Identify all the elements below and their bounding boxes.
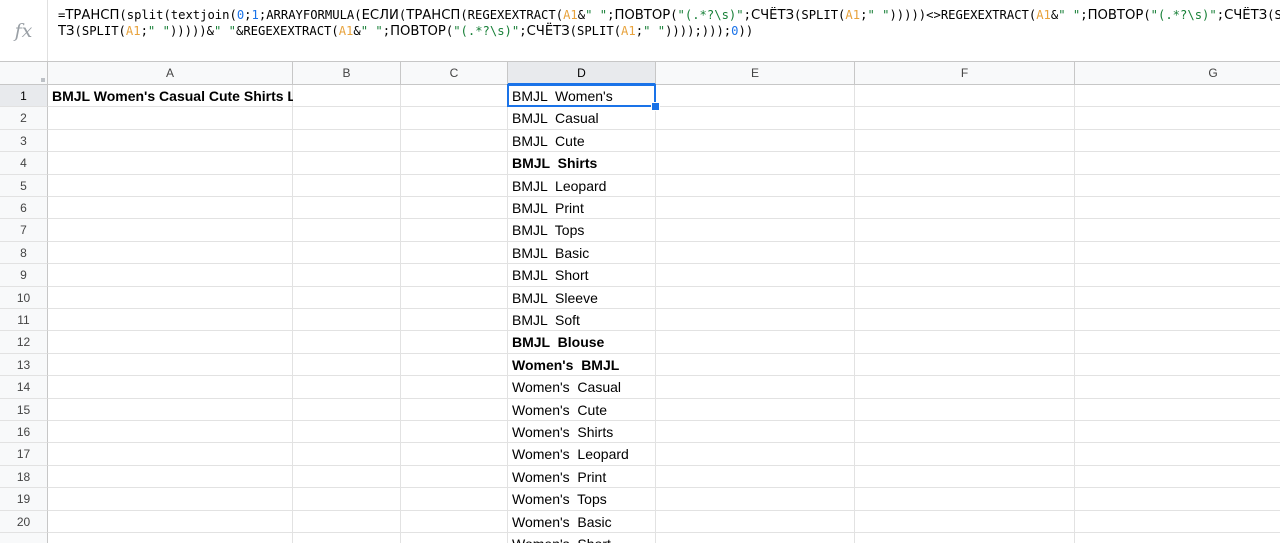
cell-d14[interactable]: Women's Casual <box>508 376 656 398</box>
row-gridline <box>48 308 1280 309</box>
selected-cell-outline <box>507 84 656 108</box>
row-header-20[interactable]: 20 <box>0 510 48 533</box>
row-header-7[interactable]: 7 <box>0 219 48 242</box>
row-header-1[interactable]: 1 <box>0 85 48 108</box>
row-header-16[interactable]: 16 <box>0 421 48 444</box>
row-gridline <box>48 196 1280 197</box>
column-header-f[interactable]: F <box>855 62 1075 85</box>
cell-d11[interactable]: BMJL Soft <box>508 309 656 331</box>
column-header-d[interactable]: D <box>508 62 656 85</box>
formula-line: ТЗ(SPLIT(A1;" ")))))&" "&REGEXEXTRACT(A1… <box>58 24 754 39</box>
cell-grid[interactable]: BMJL Women's Casual Cute Shirts Leopard … <box>48 84 1280 543</box>
row-header-2[interactable]: 2 <box>0 107 48 130</box>
row-gridline <box>48 442 1280 444</box>
column-header-b[interactable]: B <box>293 62 401 85</box>
row-gridline <box>48 173 1280 175</box>
row-gridline <box>48 151 1280 153</box>
row-header-10[interactable]: 10 <box>0 286 48 309</box>
row-header-12[interactable]: 12 <box>0 331 48 354</box>
column-header-g[interactable]: G <box>1075 62 1280 85</box>
cell-d8[interactable]: BMJL Basic <box>508 242 656 264</box>
row-gridline <box>48 464 1280 466</box>
fx-icon: fx <box>0 0 48 61</box>
row-gridline <box>48 128 1280 130</box>
row-gridline <box>48 240 1280 242</box>
row-gridline <box>48 487 1280 489</box>
row-header-overflow <box>0 533 48 543</box>
column-header-c[interactable]: C <box>401 62 508 85</box>
formula-input[interactable]: =ТРАНСП(split(textjoin(0;1;ARRAYFORMULA(… <box>58 7 1280 59</box>
select-all-corner[interactable] <box>0 62 48 85</box>
row-header-15[interactable]: 15 <box>0 398 48 421</box>
row-gridline <box>48 285 1280 287</box>
row-gridline <box>48 375 1280 377</box>
row-header-19[interactable]: 19 <box>0 488 48 511</box>
row-header-14[interactable]: 14 <box>0 376 48 399</box>
row-gridline <box>48 263 1280 265</box>
column-header-a[interactable]: A <box>48 62 293 85</box>
cell-d13[interactable]: Women's BMJL <box>508 354 656 376</box>
row-header-8[interactable]: 8 <box>0 241 48 265</box>
row-gridline <box>48 532 1280 533</box>
row-header-9[interactable]: 9 <box>0 264 48 287</box>
cell-d3[interactable]: BMJL Cute <box>508 130 656 152</box>
column-gridline <box>1074 85 1075 543</box>
row-header-3[interactable]: 3 <box>0 129 48 153</box>
row-header-5[interactable]: 5 <box>0 174 48 197</box>
row-header-6[interactable]: 6 <box>0 197 48 220</box>
fill-handle[interactable] <box>651 102 660 112</box>
row-header-11[interactable]: 11 <box>0 309 48 332</box>
row-gridline <box>48 352 1280 354</box>
cell-d12[interactable]: BMJL Blouse <box>508 331 656 353</box>
row-gridline <box>48 509 1280 511</box>
column-gridline <box>854 85 855 543</box>
cell-d7[interactable]: BMJL Tops <box>508 219 656 241</box>
cell-d15[interactable]: Women's Cute <box>508 399 656 421</box>
row-gridline <box>48 330 1280 332</box>
row-gridline <box>48 397 1280 399</box>
cell-d21[interactable]: Women's Short <box>508 533 656 543</box>
row-gridline <box>48 218 1280 220</box>
column-gridline <box>292 85 293 543</box>
row-header-17[interactable]: 17 <box>0 443 48 466</box>
cell-d5[interactable]: BMJL Leopard <box>508 175 656 197</box>
cell-d10[interactable]: BMJL Sleeve <box>508 287 656 309</box>
row-gridline <box>48 420 1280 421</box>
cell-d19[interactable]: Women's Tops <box>508 488 656 510</box>
formula-line <box>58 39 1280 55</box>
row-header-13[interactable]: 13 <box>0 353 48 377</box>
spreadsheet-grid: ABCDEFG 1 2 3 4 5 6 7 8 9 10 11 12 13 14 15 16 17 18 19 20 … <box>0 62 1280 543</box>
cell-d4[interactable]: BMJL Shirts <box>508 152 656 174</box>
cell-d17[interactable]: Women's Leopard <box>508 443 656 465</box>
column-header-e[interactable]: E <box>656 62 855 85</box>
cell-d18[interactable]: Women's Print <box>508 466 656 488</box>
cell-d6[interactable]: BMJL Print <box>508 197 656 219</box>
cell-d9[interactable]: BMJL Short <box>508 264 656 286</box>
row-header-18[interactable]: 18 <box>0 465 48 489</box>
cell-a1[interactable]: BMJL Women's Casual Cute Shirts Leopard … <box>48 85 293 107</box>
column-gridline <box>400 85 401 543</box>
formula-bar: fx =ТРАНСП(split(textjoin(0;1;ARRAYFORMU… <box>0 0 1280 62</box>
formula-line: =ТРАНСП(split(textjoin(0;1;ARRAYFORMULA(… <box>58 8 1280 23</box>
cell-d2[interactable]: BMJL Casual <box>508 107 656 129</box>
cell-d16[interactable]: Women's Shirts <box>508 421 656 443</box>
row-header-4[interactable]: 4 <box>0 152 48 175</box>
cell-d20[interactable]: Women's Basic <box>508 511 656 533</box>
